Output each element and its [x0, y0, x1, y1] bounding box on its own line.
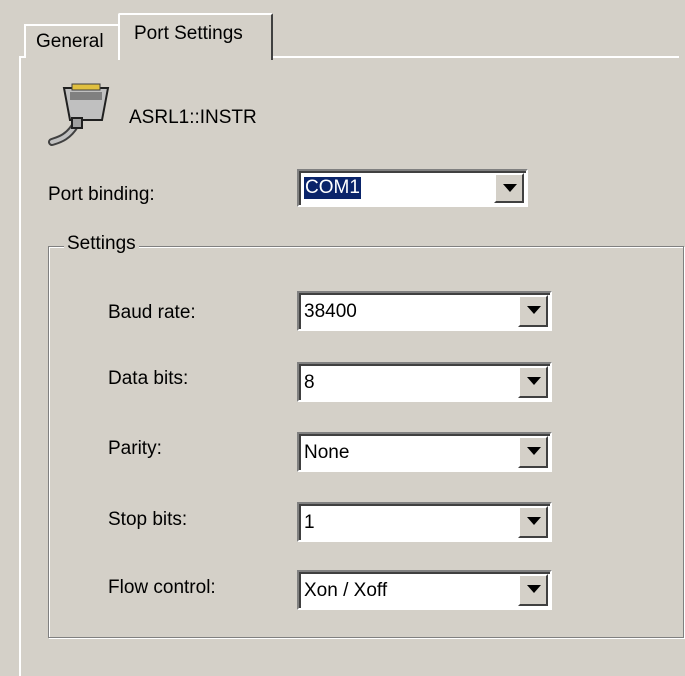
port-binding-label: Port binding:	[48, 184, 155, 205]
baud-rate-value: 38400	[304, 301, 357, 322]
serial-connector-icon	[46, 80, 118, 150]
resource-name: ASRL1::INSTR	[129, 107, 257, 128]
chevron-down-icon	[527, 517, 541, 525]
tab-general-label: General	[36, 31, 104, 52]
chevron-down-icon	[527, 306, 541, 314]
flow-control-dropdown-button[interactable]	[518, 574, 548, 606]
chevron-down-icon	[503, 184, 517, 192]
data-bits-value: 8	[304, 372, 315, 393]
flow-control-combobox[interactable]: Xon / Xoff	[297, 570, 552, 610]
baud-rate-label: Baud rate:	[108, 302, 196, 323]
port-binding-value: COM1	[304, 177, 361, 199]
port-binding-dropdown-button[interactable]	[494, 173, 524, 203]
port-binding-combobox[interactable]: COM1	[297, 169, 528, 207]
stop-bits-combobox[interactable]: 1	[297, 502, 552, 542]
tab-port-settings-label: Port Settings	[134, 23, 243, 44]
flow-control-value: Xon / Xoff	[304, 580, 388, 601]
flow-control-label: Flow control:	[108, 577, 216, 598]
stop-bits-dropdown-button[interactable]	[518, 506, 548, 538]
chevron-down-icon	[527, 447, 541, 455]
settings-group-title: Settings	[64, 233, 139, 255]
parity-dropdown-button[interactable]	[518, 436, 548, 468]
baud-rate-combobox[interactable]: 38400	[297, 291, 552, 331]
parity-combobox[interactable]: None	[297, 432, 552, 472]
data-bits-dropdown-button[interactable]	[518, 366, 548, 398]
parity-label: Parity:	[108, 438, 162, 459]
chevron-down-icon	[527, 585, 541, 593]
data-bits-combobox[interactable]: 8	[297, 362, 552, 402]
tab-port-settings[interactable]: Port Settings	[118, 13, 273, 60]
data-bits-label: Data bits:	[108, 368, 189, 389]
parity-value: None	[304, 442, 350, 463]
baud-rate-dropdown-button[interactable]	[518, 295, 548, 327]
chevron-down-icon	[527, 377, 541, 385]
tab-general[interactable]: General	[24, 24, 120, 58]
stop-bits-label: Stop bits:	[108, 509, 188, 530]
stop-bits-value: 1	[304, 512, 315, 533]
